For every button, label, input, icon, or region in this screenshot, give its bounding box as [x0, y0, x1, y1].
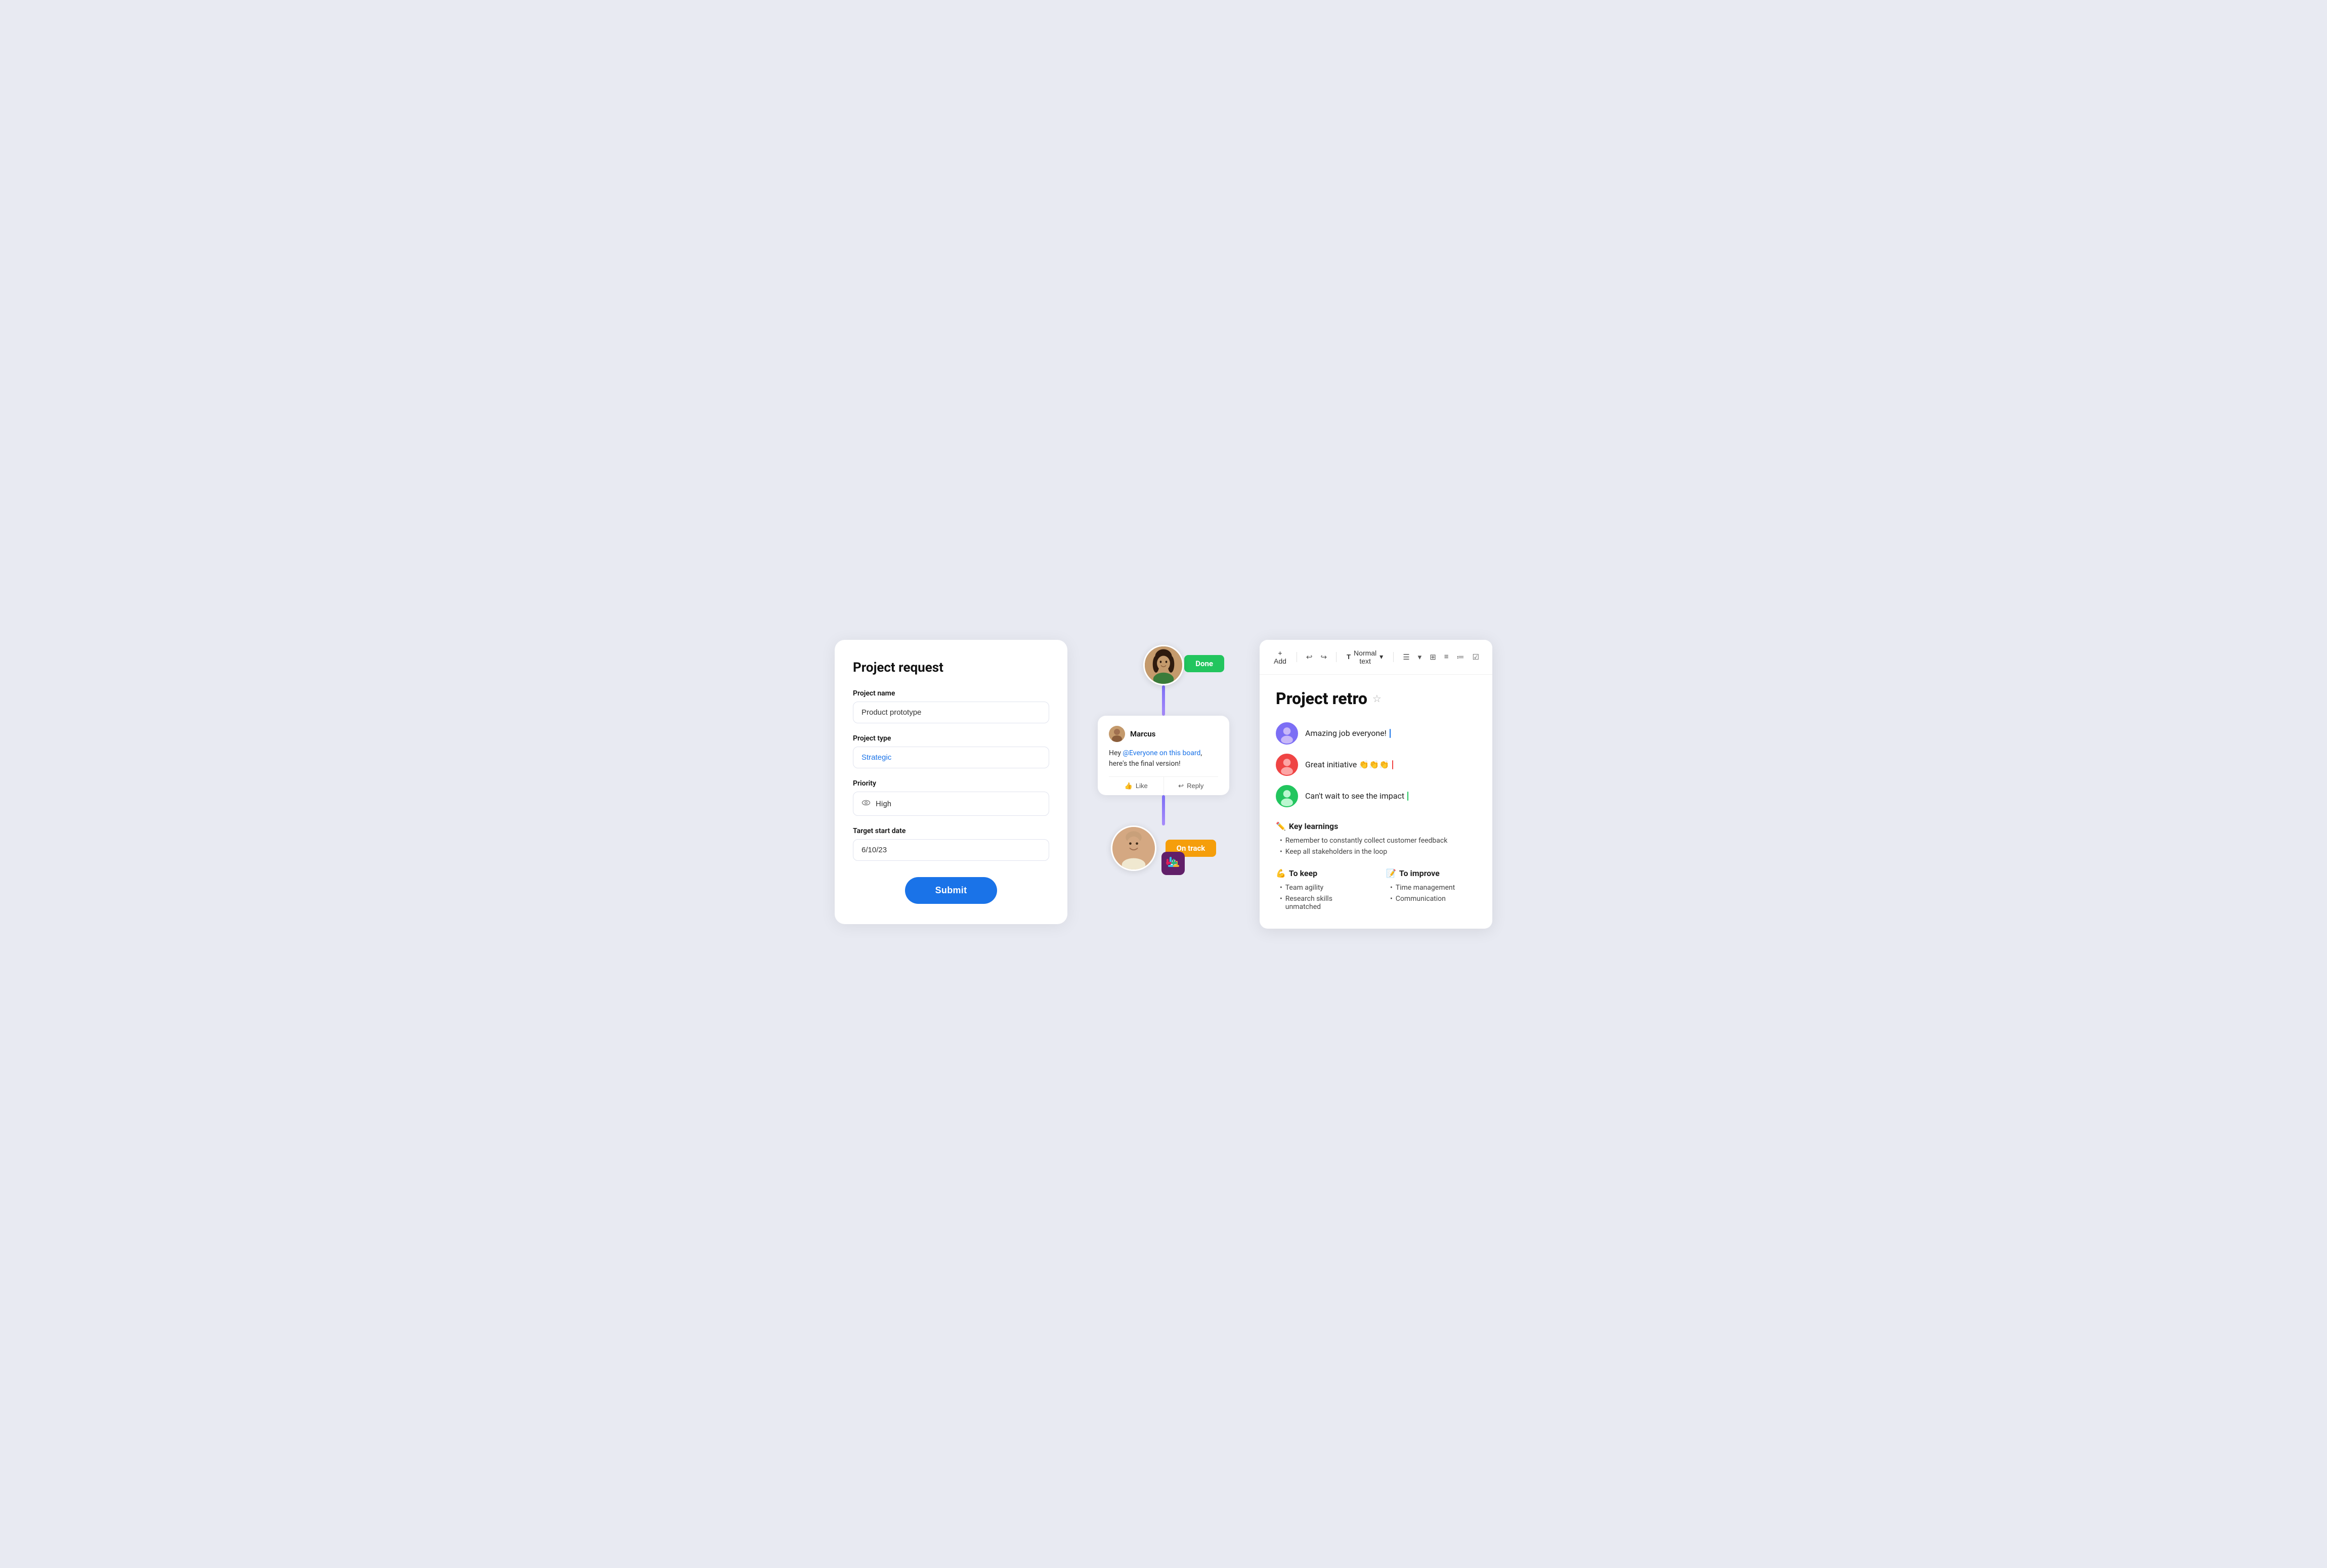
slack-icon-container: # [1161, 852, 1185, 875]
to-keep-1: Team agility [1280, 882, 1366, 893]
retro-title: Project retro [1276, 689, 1367, 708]
toolbar-divider-2 [1336, 652, 1337, 662]
form-title: Project request [853, 660, 1049, 675]
retro-comment-2: Great initiative 👏👏👏 [1276, 754, 1476, 776]
text-format-label: Normal text [1354, 649, 1376, 665]
retro-comment-text-2: Great initiative 👏👏👏 [1305, 760, 1393, 769]
project-type-input[interactable] [853, 747, 1049, 768]
retro-two-col: 💪 To keep Team agility Research skills u… [1276, 868, 1476, 912]
to-keep-2: Research skills unmatched [1280, 893, 1366, 912]
main-container: Project request Project name Project typ… [835, 640, 1492, 929]
retro-comment-text-3: Can't wait to see the impact [1305, 791, 1408, 801]
retro-avatar-2 [1276, 754, 1298, 776]
numbered-list-icon[interactable]: ≔ [1454, 650, 1468, 664]
columns-icon[interactable]: ⊞ [1427, 650, 1439, 664]
chevron-down-icon: ▾ [1380, 652, 1383, 661]
toolbar-divider-3 [1393, 652, 1394, 662]
to-improve-emoji: 📝 [1386, 868, 1396, 878]
text-format-select[interactable]: T Normal text ▾ [1343, 647, 1387, 667]
start-date-label: Target start date [853, 827, 1049, 835]
comment-username: Marcus [1130, 729, 1155, 738]
retro-comment-text-1: Amazing job everyone! [1305, 728, 1391, 738]
retro-body: Project retro ☆ Amazing job everyone [1260, 675, 1492, 929]
comment-text-before: Hey [1109, 749, 1123, 757]
reply-label: Reply [1187, 782, 1203, 790]
to-keep-col: 💪 To keep Team agility Research skills u… [1276, 868, 1366, 912]
to-improve-col: 📝 To improve Time management Communicati… [1386, 868, 1476, 912]
key-learnings-title: ✏️ Key learnings [1276, 821, 1476, 831]
star-icon[interactable]: ☆ [1372, 692, 1382, 705]
to-improve-title: 📝 To improve [1386, 868, 1476, 878]
align-chevron[interactable]: ▾ [1415, 650, 1425, 664]
reply-icon: ↩ [1178, 782, 1184, 790]
flow-panel: Done Marcus Hey @Everyone on this board,… [1084, 640, 1243, 871]
to-keep-emoji: 💪 [1276, 868, 1286, 878]
undo-redo-group: ↩ ↪ [1303, 650, 1330, 664]
cursor-2 [1392, 760, 1393, 769]
start-date-group: Target start date [853, 827, 1049, 861]
to-keep-title: 💪 To keep [1276, 868, 1366, 878]
retro-avatar-3 [1276, 785, 1298, 807]
eye-icon [861, 798, 871, 809]
slack-icon: # [1161, 852, 1185, 875]
like-label: Like [1136, 782, 1148, 790]
comment-mention: @Everyone on this board [1123, 749, 1200, 757]
format-group: ☰ ▾ ⊞ ≡ ≔ ☑ [1400, 650, 1482, 664]
add-button[interactable]: + Add [1270, 647, 1290, 667]
retro-avatar-1 [1276, 722, 1298, 745]
submit-button[interactable]: Submit [905, 877, 998, 904]
flow-line-bottom [1162, 795, 1165, 825]
flow-avatar-top [1143, 645, 1184, 685]
priority-value: High [876, 799, 891, 808]
retro-toolbar: + Add ↩ ↪ T Normal text ▾ ☰ ▾ ⊞ ≡ ≔ ☑ [1260, 640, 1492, 675]
comment-body: Hey @Everyone on this board, here's the … [1109, 748, 1218, 769]
retro-comment-1: Amazing job everyone! [1276, 722, 1476, 745]
project-name-input[interactable] [853, 702, 1049, 723]
flow-bottom-row: # On track [1111, 825, 1217, 871]
flow-top-row: Done [1143, 645, 1184, 685]
comment-avatar [1109, 726, 1125, 742]
redo-button[interactable]: ↪ [1318, 650, 1330, 664]
key-learnings-emoji: ✏️ [1276, 821, 1286, 831]
start-date-input[interactable] [853, 839, 1049, 861]
priority-group: Priority High [853, 779, 1049, 816]
key-learnings-section: ✏️ Key learnings Remember to constantly … [1276, 821, 1476, 857]
text-format-icon: T [1347, 653, 1351, 661]
comment-actions: 👍 Like ↩ Reply [1109, 776, 1218, 795]
comment-header: Marcus [1109, 726, 1218, 742]
key-learning-1: Remember to constantly collect customer … [1280, 835, 1476, 846]
cursor-3 [1407, 792, 1408, 801]
checkbox-icon[interactable]: ☑ [1470, 650, 1482, 664]
to-improve-2: Communication [1390, 893, 1476, 904]
flow-line-top [1162, 685, 1165, 716]
bullet-list-icon[interactable]: ≡ [1441, 650, 1452, 663]
priority-input[interactable]: High [853, 792, 1049, 816]
cursor-1 [1390, 729, 1391, 738]
flow-avatar-bottom [1111, 825, 1156, 871]
project-type-group: Project type [853, 734, 1049, 768]
retro-comment-3: Can't wait to see the impact [1276, 785, 1476, 807]
project-name-label: Project name [853, 689, 1049, 698]
retro-panel: + Add ↩ ↪ T Normal text ▾ ☰ ▾ ⊞ ≡ ≔ ☑ [1260, 640, 1492, 929]
key-learning-2: Keep all stakeholders in the loop [1280, 846, 1476, 857]
project-type-label: Project type [853, 734, 1049, 743]
undo-button[interactable]: ↩ [1303, 650, 1316, 664]
done-badge: Done [1184, 655, 1224, 672]
to-improve-list: Time management Communication [1386, 882, 1476, 904]
key-learnings-list: Remember to constantly collect customer … [1276, 835, 1476, 857]
retro-comment-list: Amazing job everyone! Great init [1276, 722, 1476, 807]
project-name-group: Project name [853, 689, 1049, 723]
like-button[interactable]: 👍 Like [1109, 777, 1164, 795]
retro-title-row: Project retro ☆ [1276, 689, 1476, 708]
to-keep-list: Team agility Research skills unmatched [1276, 882, 1366, 912]
comment-card: Marcus Hey @Everyone on this board, here… [1098, 716, 1229, 795]
priority-label: Priority [853, 779, 1049, 788]
project-request-card: Project request Project name Project typ… [835, 640, 1067, 924]
align-icon[interactable]: ☰ [1400, 650, 1412, 664]
to-improve-1: Time management [1390, 882, 1476, 893]
reply-button[interactable]: ↩ Reply [1164, 777, 1219, 795]
like-icon: 👍 [1125, 782, 1133, 790]
